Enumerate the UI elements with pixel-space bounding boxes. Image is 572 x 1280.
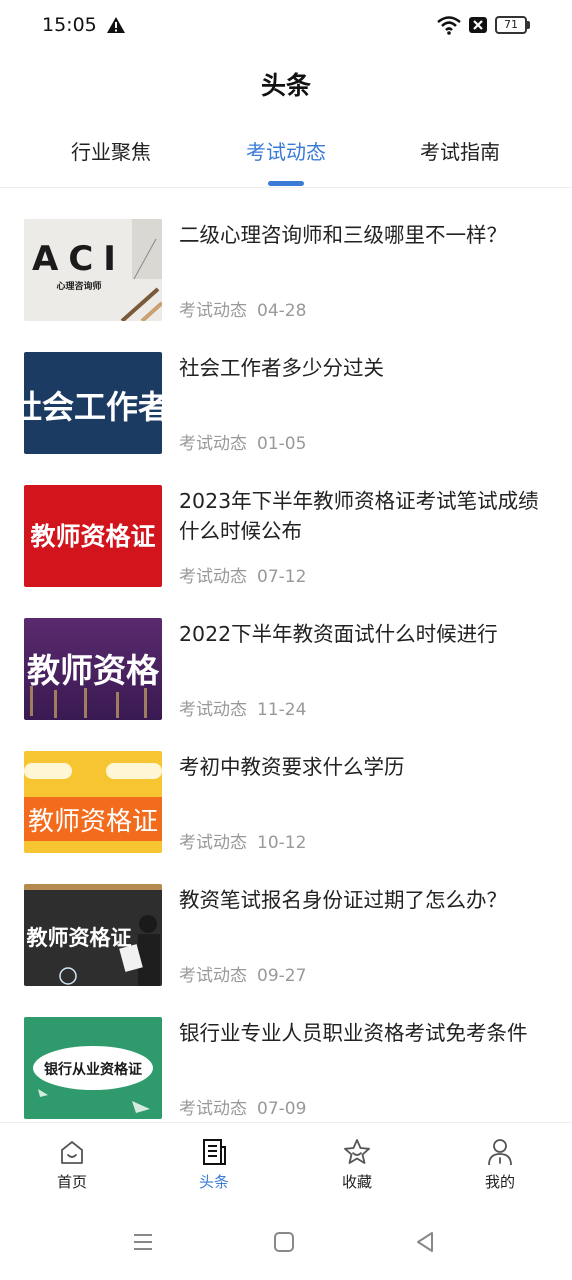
news-category: 考试动态 <box>179 700 247 720</box>
thumbnail-label: 教师资格证 <box>26 926 132 950</box>
news-meta: 考试动态 09-27 <box>179 961 306 986</box>
news-category: 考试动态 <box>179 1099 247 1119</box>
active-tab-indicator <box>268 181 304 186</box>
news-date: 10-12 <box>257 833 307 853</box>
nav-favorites[interactable]: 收藏 <box>307 1137 407 1192</box>
news-title[interactable]: 教资笔试报名身份证过期了怎么办？ <box>179 885 549 915</box>
news-thumbnail: 教师资格 <box>24 618 162 720</box>
system-nav-bar <box>0 1204 572 1280</box>
star-icon <box>344 1139 370 1164</box>
profile-icon <box>488 1139 512 1166</box>
tab-exam-news[interactable]: 考试动态 <box>191 136 381 165</box>
thumbnail-sublabel: 心理咨询师 <box>56 282 102 292</box>
news-thumbnail: 教师资格证 <box>24 485 162 587</box>
news-category: 考试动态 <box>179 301 247 321</box>
wifi-icon <box>437 16 461 35</box>
news-date: 11-24 <box>257 700 307 720</box>
news-thumbnail: 教师资格证 <box>24 751 162 853</box>
news-meta: 考试动态 07-12 <box>179 562 306 587</box>
nav-home-label: 首页 <box>56 1173 87 1191</box>
thumbnail-label: 教师资格证 <box>27 807 158 837</box>
news-item[interactable]: 教师资格证 2023年下半年教师资格证考试笔试成绩什么时候公布 考试动态 07-1… <box>0 454 572 587</box>
news-icon <box>203 1139 226 1165</box>
news-category: 考试动态 <box>179 434 247 454</box>
status-time: 15:05 <box>42 14 97 36</box>
news-meta: 考试动态 11-24 <box>179 695 306 720</box>
category-tabs: 行业聚焦 考试动态 考试指南 <box>0 128 572 188</box>
thumbnail-label: 教师资格 <box>27 651 159 690</box>
news-item[interactable]: ACI 心理咨询师 二级心理咨询师和三级哪里不一样？ 考试动态 04-28 <box>0 188 572 321</box>
news-meta: 考试动态 10-12 <box>179 828 306 853</box>
news-title[interactable]: 考初中教资要求什么学历 <box>179 752 549 782</box>
news-date: 01-05 <box>257 434 307 454</box>
news-item[interactable]: 社会工作者 社会工作者多少分过关 考试动态 01-05 <box>0 321 572 454</box>
status-bar: 15:05 71 <box>0 0 572 52</box>
news-date: 07-12 <box>257 567 307 587</box>
nav-home[interactable]: 首页 <box>22 1137 122 1192</box>
news-list: ACI 心理咨询师 二级心理咨询师和三级哪里不一样？ 考试动态 04-28 社会工… <box>0 188 572 1122</box>
news-thumbnail: ACI 心理咨询师 <box>24 219 162 321</box>
news-meta: 考试动态 01-05 <box>179 429 306 454</box>
thumbnail-label: 社会工作者 <box>24 388 162 426</box>
thumbnail-label: 教师资格证 <box>30 522 156 551</box>
nav-favorites-label: 收藏 <box>341 1173 372 1191</box>
news-meta: 考试动态 04-28 <box>179 296 306 321</box>
warning-icon <box>107 17 125 33</box>
news-meta: 考试动态 07-09 <box>179 1094 306 1119</box>
nav-profile-label: 我的 <box>484 1173 515 1191</box>
tab-exam-guide[interactable]: 考试指南 <box>365 136 555 165</box>
news-item[interactable]: 教师资格 2022下半年教资面试什么时候进行 考试动态 11-24 <box>0 587 572 720</box>
news-thumbnail: 社会工作者 <box>24 352 162 454</box>
news-item[interactable]: 银行从业资格证 银行业专业人员职业资格考试免考条件 考试动态 07-09 <box>0 986 572 1119</box>
news-date: 07-09 <box>257 1099 307 1119</box>
home-icon <box>61 1141 83 1164</box>
news-thumbnail: 银行从业资格证 <box>24 1017 162 1119</box>
news-category: 考试动态 <box>179 833 247 853</box>
thumbnail-label: 银行从业资格证 <box>44 1062 142 1078</box>
news-date: 09-27 <box>257 966 307 986</box>
news-category: 考试动态 <box>179 567 247 587</box>
news-date: 04-28 <box>257 301 307 321</box>
battery-level: 71 <box>495 16 527 34</box>
menu-icon[interactable] <box>131 1230 155 1254</box>
thumbnail-label: ACI <box>32 239 126 279</box>
news-title[interactable]: 银行业专业人员职业资格考试免考条件 <box>179 1018 549 1048</box>
news-thumbnail: 教师资格证 <box>24 884 162 986</box>
news-item[interactable]: 教师资格证 考初中教资要求什么学历 考试动态 10-12 <box>0 720 572 853</box>
news-title[interactable]: 2022下半年教资面试什么时候进行 <box>179 619 549 649</box>
tab-industry-focus[interactable]: 行业聚焦 <box>16 136 206 165</box>
nav-news[interactable]: 头条 <box>164 1137 264 1192</box>
battery-icon: 71 <box>495 16 531 34</box>
news-item[interactable]: 教师资格证 教资笔试报名身份证过期了怎么办？ 考试动态 09-27 <box>0 853 572 986</box>
news-title[interactable]: 社会工作者多少分过关 <box>179 353 549 383</box>
nav-profile[interactable]: 我的 <box>450 1137 550 1192</box>
no-sim-icon <box>469 17 487 33</box>
news-title[interactable]: 二级心理咨询师和三级哪里不一样？ <box>179 220 549 250</box>
bottom-nav: 首页 头条 收藏 我的 <box>0 1122 572 1204</box>
nav-news-label: 头条 <box>198 1173 229 1191</box>
back-icon[interactable] <box>413 1230 437 1254</box>
page-title: 头条 <box>260 71 311 100</box>
home-button-icon[interactable] <box>272 1230 296 1254</box>
news-title[interactable]: 2023年下半年教师资格证考试笔试成绩什么时候公布 <box>179 486 549 546</box>
news-category: 考试动态 <box>179 966 247 986</box>
